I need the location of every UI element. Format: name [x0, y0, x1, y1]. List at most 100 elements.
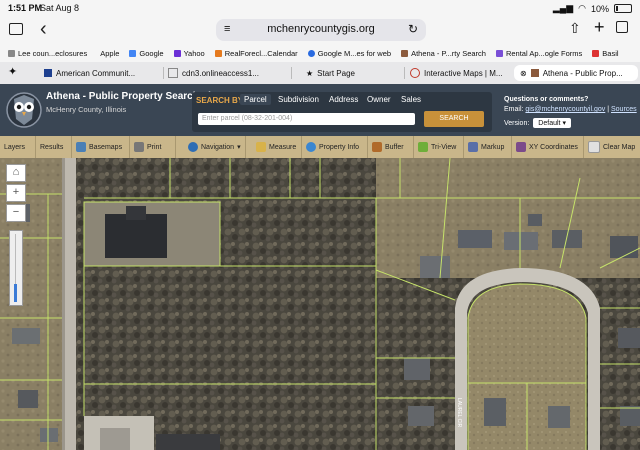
home-icon: ⌂ [12, 166, 20, 178]
tab-cdn3[interactable]: cdn3.onlineaccess1... [168, 65, 286, 81]
tab-bar: ✦ American Communit... cdn3.onlineaccess… [0, 62, 640, 84]
battery-percent: 10% [590, 3, 609, 14]
ruler-icon [256, 142, 266, 152]
app-subtitle: McHenry County, Illinois [46, 105, 127, 114]
tool-property-info[interactable]: Property Info [302, 136, 368, 158]
bookmark-item[interactable]: Basil [592, 49, 619, 58]
address-bar[interactable]: ≡ mchenrycountygis.org ↻ [216, 19, 426, 41]
navigation-icon [188, 142, 198, 152]
status-date: Sat Aug 8 [40, 3, 80, 13]
parcel-search-input[interactable]: Enter parcel (08-32-201-004) [198, 113, 415, 125]
url-text: mchenrycountygis.org [267, 23, 375, 35]
search-button[interactable]: SEARCH [424, 111, 484, 127]
reload-icon[interactable]: ↻ [408, 22, 418, 36]
sources-link[interactable]: Sources [611, 106, 637, 113]
close-tab-icon[interactable]: ⊗ [520, 69, 527, 78]
house-roof [458, 230, 492, 248]
zoom-slider[interactable] [9, 230, 23, 306]
bookmark-item[interactable]: Apple [97, 49, 119, 58]
star-icon: ★ [306, 68, 314, 78]
bookmark-item[interactable]: Yahoo [173, 49, 205, 58]
home-button[interactable]: ⌂ [6, 164, 26, 182]
basemaps-icon [76, 142, 86, 152]
share-icon[interactable]: ⇧ [569, 20, 581, 37]
map-view[interactable]: LAUREL CIR [0, 158, 640, 450]
tabs-overview-icon[interactable] [616, 21, 628, 33]
tab-favicon [530, 69, 539, 77]
bookmark-item[interactable]: Google [129, 49, 164, 58]
tab-favicon [44, 69, 52, 77]
signal-icon: ▂▄▆ [552, 3, 574, 13]
buffer-icon [372, 142, 382, 152]
back-icon[interactable]: ‹ [40, 18, 47, 41]
tab-favicon [168, 68, 178, 78]
house-roof [404, 358, 430, 380]
tool-tri-view[interactable]: Tri-View [414, 136, 464, 158]
version-picker: Version: Default ▾ [504, 118, 571, 128]
search-tab-address[interactable]: Address [325, 94, 362, 105]
search-tab-sales[interactable]: Sales [397, 94, 425, 105]
search-tab-subdivision[interactable]: Subdivision [274, 94, 323, 105]
version-label: Version: [504, 119, 530, 127]
house-roof [610, 236, 638, 258]
search-panel: SEARCH BY: Parcel Subdivision Address Ow… [192, 92, 492, 132]
tool-measure[interactable]: Measure [252, 136, 302, 158]
search-tab-parcel[interactable]: Parcel [240, 94, 271, 105]
search-tab-owner[interactable]: Owner [363, 94, 395, 105]
email-link[interactable]: gis@mchenrycountyil.gov [525, 106, 605, 113]
house-roof [528, 214, 542, 226]
house-roof [12, 328, 40, 344]
bookmark-item[interactable]: Athena - P...rty Search [401, 49, 486, 58]
xy-coordinates-icon [516, 142, 526, 152]
minus-icon: − [12, 206, 20, 218]
contact-panel: Questions or comments? Email: gis@mchenr… [504, 96, 637, 113]
tab-interactive-maps[interactable]: Interactive Maps | M... [410, 65, 510, 81]
bookmark-item[interactable]: RealForecl...Calendar [214, 49, 298, 58]
tool-clear-map[interactable]: Clear Map [584, 136, 640, 158]
zoom-out-button[interactable]: − [6, 204, 26, 222]
tri-view-icon [418, 142, 428, 152]
questions-text: Questions or comments? [504, 96, 589, 103]
basil-icon [592, 49, 600, 57]
tool-print[interactable]: Print [130, 136, 176, 158]
pencil-icon [468, 142, 478, 152]
zoom-in-button[interactable]: + [6, 184, 26, 202]
bookmark-item[interactable]: Rental Ap...ogle Forms [495, 49, 582, 58]
status-bar: 1:51 PM Sat Aug 8 ▂▄▆ ◠ 10% [0, 0, 640, 16]
maps-icon [307, 49, 315, 57]
tool-layers[interactable]: Layers [0, 136, 36, 158]
tab-start-page[interactable]: ★ Start Page [306, 65, 406, 81]
forms-icon [495, 49, 503, 57]
tool-results[interactable]: Results [36, 136, 72, 158]
house-roof [618, 328, 640, 348]
bookmark-item[interactable]: Google M...es for web [307, 49, 391, 58]
road-label: LAUREL CIR [456, 398, 462, 428]
eraser-icon [588, 141, 600, 153]
tab-favicon [410, 68, 420, 78]
tab-athena-active[interactable]: ⊗ Athena - Public Prop... [514, 65, 638, 81]
tool-buffer[interactable]: Buffer [368, 136, 414, 158]
sidebar-icon[interactable] [9, 23, 23, 35]
house-roof [420, 256, 450, 278]
tool-navigation[interactable]: Navigation ▾ [184, 136, 246, 158]
new-tab-icon[interactable]: + [594, 17, 605, 38]
house-roof [40, 428, 58, 442]
tool-xy-coordinates[interactable]: XY Coordinates [512, 136, 584, 158]
bookmark-item[interactable]: Lee coun...eclosures [8, 49, 87, 58]
add-tab-icon[interactable]: ✦ [8, 65, 17, 78]
tab-separator [291, 67, 292, 79]
tool-basemaps[interactable]: Basemaps [72, 136, 130, 158]
tab-american-community[interactable]: American Communit... [44, 65, 162, 81]
yahoo-icon [173, 49, 181, 57]
realforeclose-icon [214, 49, 222, 57]
google-icon [129, 49, 137, 57]
house-roof [18, 390, 38, 408]
tool-markup[interactable]: Markup [464, 136, 512, 158]
plus-icon: + [12, 186, 20, 198]
map-toolbar: Layers Results Basemaps Print Navigation… [0, 136, 640, 159]
search-by-label: SEARCH BY: [196, 96, 246, 105]
version-select[interactable]: Default ▾ [533, 118, 571, 128]
app-header: Athena - Public Property Search Viewer M… [0, 84, 640, 136]
building-roof [105, 214, 167, 258]
chevron-down-icon: ▾ [237, 144, 241, 151]
